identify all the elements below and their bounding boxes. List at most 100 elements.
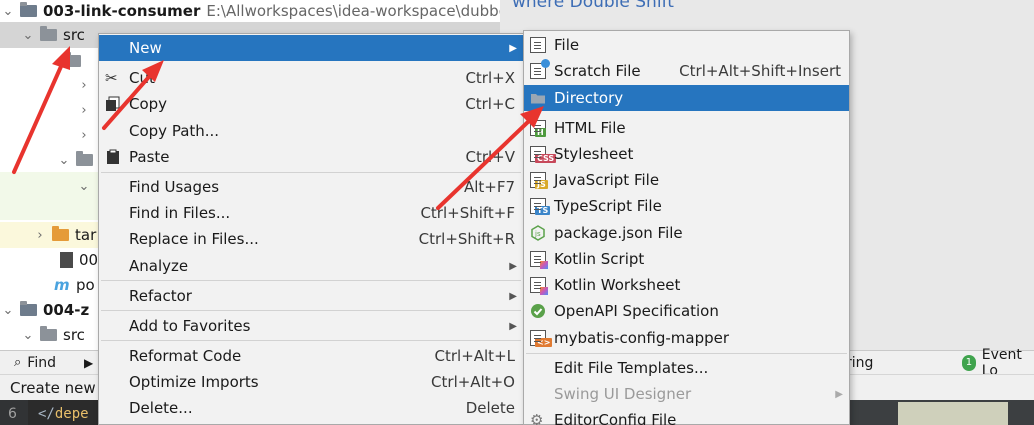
chevron-down-icon[interactable]: ⌄ <box>0 303 16 318</box>
folder-icon <box>52 226 69 241</box>
submenu-item-mybatis-config-mapper[interactable]: <> mybatis-config-mapper <box>524 325 849 351</box>
run-tool-button[interactable]: ▶ <box>84 356 93 370</box>
tree-item-label: 00 <box>79 251 99 269</box>
submenu-item-kotlin-worksheet[interactable]: Kotlin Worksheet <box>524 272 849 298</box>
file-icon <box>530 37 546 53</box>
submenu-arrow-icon: ▶ <box>835 388 843 400</box>
menu-item-refactor[interactable]: Refactor ▶ <box>99 283 523 309</box>
find-label: Find <box>27 354 56 371</box>
menu-item-label: Edit File Templates... <box>554 359 709 377</box>
menu-item-shortcut: Delete <box>465 399 515 417</box>
openapi-icon <box>530 303 546 319</box>
menu-item-optimize-imports[interactable]: Optimize Imports Ctrl+Alt+O <box>99 369 523 395</box>
chevron-down-icon[interactable]: ⌄ <box>56 153 72 168</box>
submenu-arrow-icon: ▶ <box>509 42 517 54</box>
submenu-item-package-json[interactable]: js package.json File <box>524 220 849 246</box>
submenu-arrow-icon: ▶ <box>509 320 517 332</box>
kotlin-worksheet-icon <box>530 277 548 295</box>
menu-item-label: Kotlin Script <box>554 250 645 268</box>
menu-separator <box>101 310 521 311</box>
spring-label: ring <box>846 354 874 371</box>
search-everywhere-hint: where Double Shift <box>512 0 674 12</box>
tree-item-label: po <box>76 276 95 294</box>
context-menu: New ▶ ✂ Cut Ctrl+X Copy Ctrl+C Copy Path… <box>98 33 524 425</box>
menu-item-add-to-favorites[interactable]: Add to Favorites ▶ <box>99 313 523 339</box>
chevron-right-icon[interactable]: › <box>76 78 92 93</box>
menu-item-label: Kotlin Worksheet <box>554 276 681 294</box>
chevron-down-icon[interactable]: ⌄ <box>20 328 36 343</box>
find-tool-button[interactable]: ⌕ Find <box>14 355 56 371</box>
menu-item-shortcut: Ctrl+Alt+O <box>431 373 515 391</box>
menu-item-find-usages[interactable]: Find Usages Alt+F7 <box>99 174 523 200</box>
ts-file-icon: TS <box>530 198 551 215</box>
menu-item-label: File <box>554 36 580 54</box>
menu-item-shortcut: Ctrl+C <box>465 95 515 113</box>
menu-item-label: Reformat Code <box>129 347 242 365</box>
folder-icon <box>40 26 57 41</box>
menu-item-find-in-files[interactable]: Find in Files... Ctrl+Shift+F <box>99 200 523 226</box>
menu-item-shortcut: Ctrl+X <box>465 69 515 87</box>
chevron-down-icon[interactable]: ⌄ <box>20 28 36 43</box>
menu-item-new[interactable]: New ▶ <box>99 35 523 61</box>
menu-item-label: Replace in Files... <box>129 230 259 248</box>
submenu-item-scratch-file[interactable]: Scratch File Ctrl+Alt+Shift+Insert <box>524 58 849 84</box>
menu-item-delete[interactable]: Delete... Delete <box>99 395 523 421</box>
search-icon: ⌕ <box>14 355 22 370</box>
menu-item-paste[interactable]: Paste Ctrl+V <box>99 144 523 170</box>
menu-item-copy[interactable]: Copy Ctrl+C <box>99 91 523 117</box>
menu-item-shortcut: Ctrl+Alt+L <box>434 347 516 365</box>
menu-separator <box>101 280 521 281</box>
menu-item-copy-path[interactable]: Copy Path... <box>99 118 523 144</box>
submenu-item-stylesheet[interactable]: CSS Stylesheet <box>524 141 849 167</box>
submenu-item-openapi[interactable]: OpenAPI Specification <box>524 298 849 324</box>
xml-file-icon: <> <box>530 330 553 347</box>
submenu-item-file[interactable]: File <box>524 32 849 58</box>
submenu-item-editorconfig[interactable]: ⚙ EditorConfig File <box>524 407 849 425</box>
svg-text:js: js <box>534 230 541 238</box>
menu-item-label: Copy Path... <box>129 122 220 140</box>
submenu-item-edit-file-templates[interactable]: Edit File Templates... <box>524 355 849 381</box>
menu-item-label: Find in Files... <box>129 204 231 222</box>
submenu-item-javascript-file[interactable]: JS JavaScript File <box>524 167 849 193</box>
menu-item-replace-in-files[interactable]: Replace in Files... Ctrl+Shift+R <box>99 226 523 252</box>
submenu-item-directory[interactable]: Directory <box>524 85 849 111</box>
folder-icon <box>76 151 93 166</box>
menu-item-label: Stylesheet <box>554 145 634 163</box>
menu-item-label: Refactor <box>129 287 192 305</box>
tree-row-module-003[interactable]: ⌄ 003-link-consumer E:\Allworkspaces\ide… <box>0 0 520 24</box>
chevron-right-icon[interactable]: › <box>76 128 92 143</box>
editor-side-panel <box>850 400 1034 425</box>
chevron-down-icon[interactable]: ⌄ <box>0 4 16 19</box>
spring-tool-button[interactable]: ring <box>846 355 873 371</box>
chevron-right-icon[interactable]: › <box>76 103 92 118</box>
status-text: Create new c <box>10 378 109 397</box>
event-log-icon: 1 <box>962 354 976 371</box>
menu-item-label: package.json File <box>554 224 683 242</box>
chevron-right-icon[interactable]: › <box>32 228 48 243</box>
submenu-item-kotlin-script[interactable]: Kotlin Script <box>524 246 849 272</box>
menu-separator <box>101 340 521 341</box>
menu-item-analyze[interactable]: Analyze ▶ <box>99 253 523 279</box>
menu-item-reformat-code[interactable]: Reformat Code Ctrl+Alt+L <box>99 343 523 369</box>
menu-item-label: Add to Favorites <box>129 317 251 335</box>
module-path: E:\Allworkspaces\idea-workspace\dubbo\ <box>206 2 513 20</box>
css-file-icon: CSS <box>530 146 557 163</box>
copy-icon <box>105 96 121 112</box>
kotlin-script-icon <box>530 251 548 269</box>
menu-item-cut[interactable]: ✂ Cut Ctrl+X <box>99 65 523 91</box>
new-submenu: File Scratch File Ctrl+Alt+Shift+Insert … <box>523 30 850 425</box>
menu-item-shortcut: Ctrl+Shift+F <box>420 204 515 222</box>
file-icon <box>60 252 73 268</box>
menu-item-label: New <box>129 39 162 57</box>
nodejs-icon: js <box>530 225 546 241</box>
submenu-item-html-file[interactable]: H HTML File <box>524 115 849 141</box>
gear-icon: ⚙ <box>530 411 544 425</box>
line-number: 6 <box>0 400 28 425</box>
submenu-item-typescript-file[interactable]: TS TypeScript File <box>524 193 849 219</box>
menu-item-shortcut: Ctrl+Alt+Shift+Insert <box>679 62 841 80</box>
chevron-down-icon[interactable]: ⌄ <box>76 179 92 194</box>
menu-item-label: Cut <box>129 69 155 87</box>
menu-item-label: mybatis-config-mapper <box>554 329 730 347</box>
menu-separator <box>101 172 521 173</box>
html-file-icon: H <box>530 120 546 137</box>
